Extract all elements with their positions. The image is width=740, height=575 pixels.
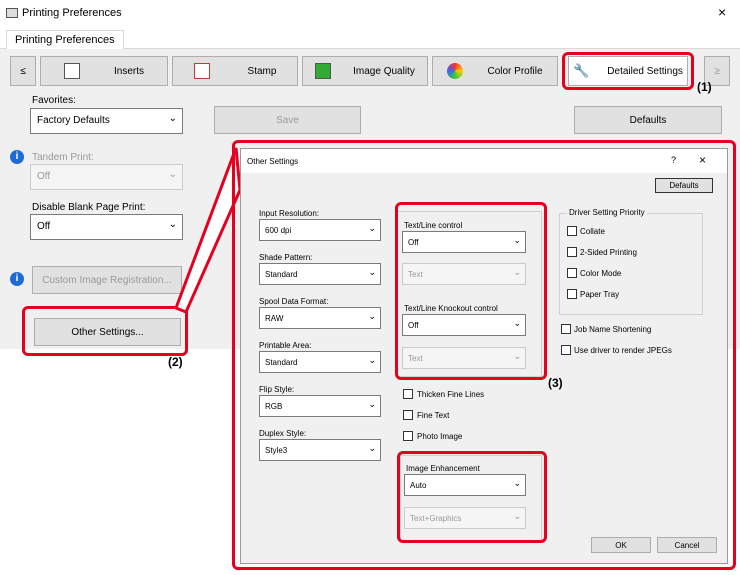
spool-value: RAW (265, 314, 284, 323)
stamp-button[interactable]: Stamp (172, 56, 298, 86)
paper-tray-label: Paper Tray (580, 290, 620, 299)
color-profile-button[interactable]: Color Profile (432, 56, 558, 86)
ok-button[interactable]: OK (591, 537, 651, 553)
callout-3: (3) (548, 376, 563, 390)
photo-image-checkbox[interactable] (403, 431, 413, 441)
highlight-detailed-settings (562, 52, 694, 90)
shade-pattern-value: Standard (265, 270, 298, 279)
info-icon: i (10, 150, 24, 164)
highlight-text-line (395, 202, 547, 380)
flip-style-label: Flip Style: (259, 385, 295, 394)
job-name-label: Job Name Shortening (574, 325, 652, 334)
cancel-label: Cancel (674, 540, 700, 550)
shade-pattern-label: Shade Pattern: (259, 253, 313, 262)
collate-label: Collate (580, 227, 605, 236)
color-mode-label: Color Mode (580, 269, 622, 278)
inserts-icon (63, 63, 80, 79)
thicken-checkbox[interactable] (403, 389, 413, 399)
input-resolution-label: Input Resolution: (259, 209, 320, 218)
chevron-down-icon: ⌄ (168, 113, 177, 124)
color-mode-checkbox[interactable] (567, 268, 577, 278)
shade-pattern-dropdown[interactable]: Standard ⌄ (259, 263, 381, 285)
chevron-down-icon: ⌄ (368, 223, 376, 233)
highlight-image-enhancement (397, 451, 547, 543)
two-sided-label: 2-Sided Printing (580, 248, 637, 257)
fine-text-checkbox[interactable] (403, 410, 413, 420)
defaults-label: Defaults (629, 114, 667, 126)
dialog-title: Other Settings (247, 157, 299, 166)
save-button[interactable]: Save (214, 106, 361, 134)
callout-2: (2) (168, 355, 183, 369)
flip-style-dropdown[interactable]: RGB ⌄ (259, 395, 381, 417)
photo-image-label: Photo Image (417, 432, 463, 441)
dialog-close-button[interactable]: × (699, 153, 706, 167)
dialog-title-bar (241, 149, 727, 173)
ok-label: OK (615, 540, 627, 550)
two-sided-checkbox[interactable] (567, 247, 577, 257)
custom-image-registration-button[interactable]: Custom Image Registration... (32, 266, 182, 294)
favorites-dropdown[interactable]: Factory Defaults ⌄ (30, 108, 183, 134)
image-quality-icon (315, 63, 332, 79)
color-profile-icon (447, 63, 464, 79)
input-resolution-dropdown[interactable]: 600 dpi ⌄ (259, 219, 381, 241)
info-icon: i (10, 272, 24, 286)
job-name-checkbox[interactable] (561, 324, 571, 334)
printable-area-dropdown[interactable]: Standard ⌄ (259, 351, 381, 373)
thicken-label: Thicken Fine Lines (417, 390, 485, 399)
input-resolution-value: 600 dpi (265, 226, 292, 235)
chevron-down-icon: ⌄ (368, 443, 376, 453)
next-label: ≥ (714, 65, 720, 77)
dialog-defaults-button[interactable]: Defaults (655, 178, 713, 193)
use-driver-jpeg-checkbox[interactable] (561, 345, 571, 355)
cancel-button[interactable]: Cancel (657, 537, 717, 553)
duplex-style-value: Style3 (265, 446, 288, 455)
callout-1: (1) (697, 80, 712, 94)
tab-printing-preferences[interactable]: Printing Preferences (6, 30, 124, 50)
chevron-down-icon: ⌄ (368, 311, 376, 321)
chevron-down-icon: ⌄ (368, 267, 376, 277)
stamp-icon (193, 63, 210, 79)
custom-image-label: Custom Image Registration... (42, 274, 172, 286)
fine-text-label: Fine Text (417, 411, 450, 420)
image-quality-button[interactable]: Image Quality (302, 56, 428, 86)
image-quality-label: Image Quality (353, 65, 415, 77)
collate-checkbox[interactable] (567, 226, 577, 236)
use-driver-jpeg-label: Use driver to render JPEGs (574, 346, 672, 355)
printer-icon (6, 8, 18, 18)
spool-label: Spool Data Format: (259, 297, 329, 306)
spool-dropdown[interactable]: RAW ⌄ (259, 307, 381, 329)
chevron-down-icon: ⌄ (368, 399, 376, 409)
tandem-dropdown[interactable]: Off ⌄ (30, 164, 183, 190)
tandem-label: Tandem Print: (32, 152, 94, 163)
printable-area-label: Printable Area: (259, 341, 312, 350)
prev-label: ≤ (20, 65, 26, 77)
inserts-label: Inserts (113, 65, 144, 77)
chevron-down-icon: ⌄ (368, 355, 376, 365)
disable-blank-dropdown[interactable]: Off ⌄ (30, 214, 183, 240)
duplex-style-dropdown[interactable]: Style3 ⌄ (259, 439, 381, 461)
duplex-style-label: Duplex Style: (259, 429, 307, 438)
window-title: Printing Preferences (22, 7, 122, 19)
dialog-defaults-label: Defaults (669, 181, 699, 190)
disable-blank-value: Off (37, 221, 51, 232)
close-button[interactable]: × (718, 4, 726, 20)
highlight-other-settings (22, 306, 188, 356)
disable-blank-label: Disable Blank Page Print: (32, 202, 146, 213)
title-bar: Printing Preferences × (0, 0, 740, 26)
favorites-label: Favorites: (32, 95, 76, 106)
color-profile-label: Color Profile (487, 65, 543, 77)
stamp-label: Stamp (247, 65, 277, 77)
tandem-value: Off (37, 171, 51, 182)
driver-priority-label: Driver Setting Priority (567, 208, 647, 217)
prev-button[interactable]: ≤ (10, 56, 36, 86)
flip-style-value: RGB (265, 402, 283, 411)
help-button[interactable]: ? (671, 155, 676, 165)
inserts-button[interactable]: Inserts (40, 56, 168, 86)
printable-area-value: Standard (265, 358, 298, 367)
favorites-value: Factory Defaults (37, 115, 110, 126)
save-label: Save (276, 114, 299, 126)
paper-tray-checkbox[interactable] (567, 289, 577, 299)
defaults-button[interactable]: Defaults (574, 106, 722, 134)
